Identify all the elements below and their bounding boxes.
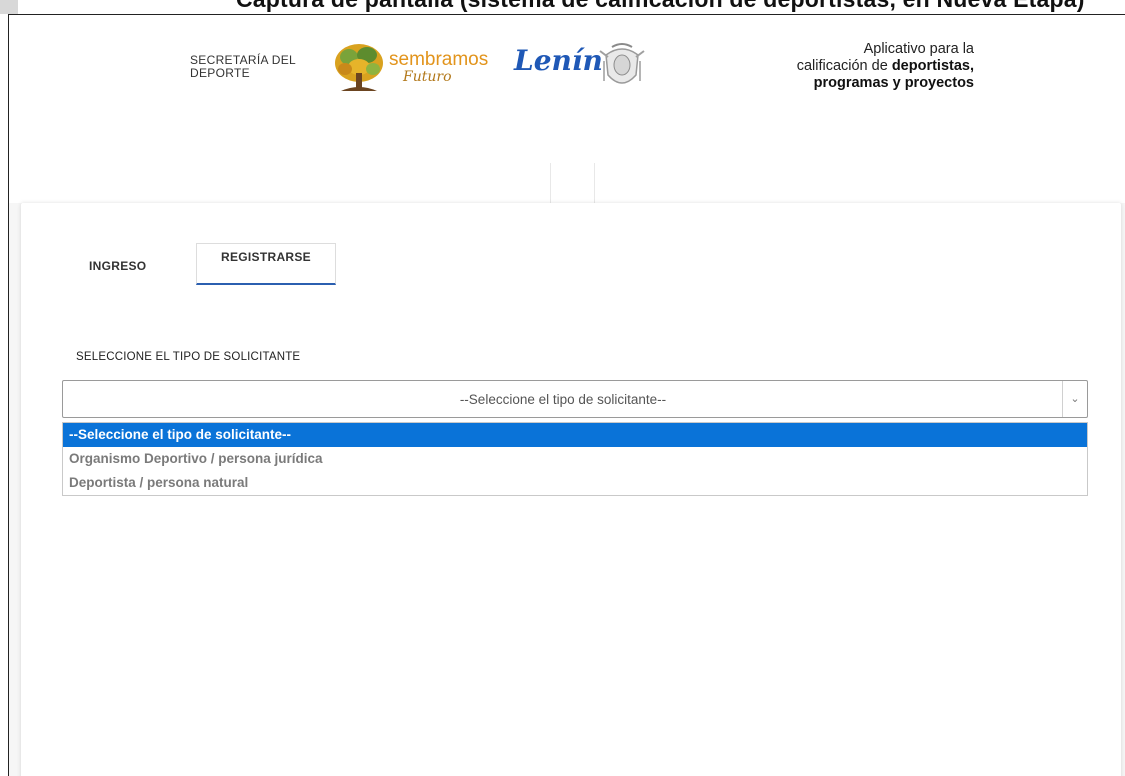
- applicant-type-selected-value: --Seleccione el tipo de solicitante--: [459, 392, 667, 407]
- sembramos-logo-word1: sembramos: [389, 49, 489, 70]
- app-title-line1: Aplicativo para la: [863, 41, 974, 57]
- app-title-line2-bold: deportistas,: [891, 58, 974, 74]
- coat-of-arms-icon: [599, 43, 645, 84]
- app-header: SECRETARÍA DEL DEPORTE sembramos Futuro …: [9, 15, 1125, 164]
- sembramos-logo: sembramos Futuro: [331, 41, 501, 95]
- app-window: SECRETARÍA DEL DEPORTE sembramos Futuro …: [8, 14, 1125, 776]
- tree-icon: [335, 44, 383, 91]
- nav-divider: [594, 163, 595, 203]
- app-title-line3: programas y proyectos: [813, 75, 974, 91]
- document-caption-strip: Captura de pantalla (sistema de califica…: [0, 0, 1125, 14]
- secretaria-logo-line2: DEPORTE: [190, 66, 250, 80]
- app-title-line2-prefix: calificación de: [796, 58, 892, 74]
- secretaria-logo: SECRETARÍA DEL DEPORTE: [190, 54, 296, 80]
- dropdown-option-deportista[interactable]: Deportista / persona natural: [63, 471, 1087, 495]
- chevron-down-icon[interactable]: ⌄: [1062, 381, 1087, 417]
- app-title: Aplicativo para la calificación de depor…: [724, 41, 974, 92]
- login-register-card: INGRESO REGISTRARSE SELECCIONE EL TIPO D…: [21, 203, 1121, 776]
- applicant-type-select[interactable]: --Seleccione el tipo de solicitante-- ⌄: [62, 380, 1088, 418]
- document-caption: Captura de pantalla (sistema de califica…: [236, 0, 1085, 13]
- navigation-bar: [9, 163, 1125, 203]
- dropdown-option-organismo[interactable]: Organismo Deportivo / persona jurídica: [63, 447, 1087, 471]
- decorative-corner: [0, 0, 18, 14]
- dropdown-option-placeholder[interactable]: --Seleccione el tipo de solicitante--: [63, 423, 1087, 447]
- nav-divider: [550, 163, 551, 203]
- lenin-signature-logo: Lenín: [514, 44, 603, 77]
- app-title-line2: calificación de deportistas,: [724, 58, 974, 75]
- tab-ingreso[interactable]: INGRESO: [89, 259, 146, 273]
- applicant-type-dropdown: --Seleccione el tipo de solicitante-- Or…: [62, 422, 1088, 496]
- applicant-type-label: SELECCIONE EL TIPO DE SOLICITANTE: [76, 351, 301, 363]
- sembramos-logo-word2: Futuro: [403, 69, 452, 85]
- tab-registrarse[interactable]: REGISTRARSE: [196, 243, 336, 285]
